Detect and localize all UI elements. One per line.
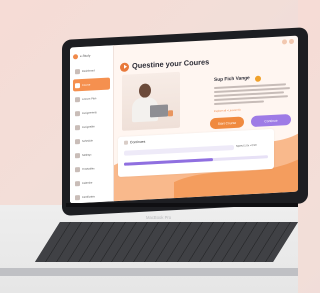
sidebar-item-calendar[interactable]: Calendar bbox=[73, 175, 110, 189]
sidebar-item-label: Settings bbox=[82, 152, 92, 157]
sidebar-item-dashboard[interactable]: Dashboard bbox=[73, 63, 110, 77]
list-icon bbox=[75, 96, 80, 102]
progress-bar[interactable] bbox=[124, 155, 268, 166]
badge-icon bbox=[255, 75, 261, 82]
sidebar-logo[interactable]: e-Study bbox=[73, 49, 110, 61]
hero-illustration bbox=[122, 71, 180, 131]
note-input[interactable] bbox=[124, 144, 234, 156]
award-icon bbox=[75, 194, 80, 200]
panel-label: Continues bbox=[124, 140, 145, 145]
course-info-title: Sup Fich Vange bbox=[214, 76, 250, 84]
play-icon[interactable] bbox=[120, 62, 129, 72]
logo-label: e-Study bbox=[80, 53, 91, 59]
description-line bbox=[214, 100, 264, 105]
sidebar-item-course[interactable]: Course bbox=[73, 77, 110, 92]
sidebar-item-label: Dashboard bbox=[82, 68, 95, 73]
cup-icon bbox=[168, 110, 173, 117]
gear-icon bbox=[75, 152, 80, 158]
notification-icon[interactable] bbox=[282, 39, 287, 45]
sidebar-item-label: Assignable bbox=[82, 124, 95, 129]
laptop-base-edge bbox=[0, 268, 298, 276]
profile-icon[interactable] bbox=[289, 38, 294, 45]
book-icon bbox=[75, 82, 80, 88]
calendar-icon bbox=[75, 180, 80, 186]
sidebar-item-certificates[interactable]: Certificates bbox=[73, 189, 110, 203]
keyboard bbox=[35, 222, 299, 262]
sidebar-item-assignable[interactable]: Assignable bbox=[73, 119, 110, 133]
top-bar bbox=[114, 36, 298, 58]
main-content: Questine your Coures Sup Fich Vange Expl… bbox=[114, 36, 298, 202]
clipboard-icon bbox=[75, 124, 80, 130]
sidebar-item-label: Certificates bbox=[82, 194, 95, 199]
clock-icon bbox=[75, 138, 80, 144]
table-icon bbox=[75, 166, 80, 172]
sidebar-item-label: Calendar bbox=[82, 180, 93, 185]
sidebar-item-label: Course bbox=[82, 83, 91, 87]
file-icon bbox=[75, 110, 80, 116]
logo-icon bbox=[73, 53, 78, 59]
dashboard-icon bbox=[75, 68, 80, 74]
panel-label-text: Continues bbox=[130, 139, 146, 145]
sidebar-item-schedule[interactable]: Schedule bbox=[73, 133, 110, 147]
sidebar-item-label: Assignments bbox=[82, 110, 97, 115]
laptop-screen: e-Study Dashboard Course Lesson Plan Ass… bbox=[70, 35, 298, 204]
sidebar-item-settings[interactable]: Settings bbox=[73, 147, 110, 161]
laptop-lid: e-Study Dashboard Course Lesson Plan Ass… bbox=[62, 27, 308, 217]
sidebar-item-label: Schedule bbox=[82, 138, 93, 143]
player-panel: Continues Speed 1.0x • 0:50 bbox=[118, 128, 274, 178]
progress-fill bbox=[124, 158, 214, 166]
person-head bbox=[139, 83, 151, 98]
sidebar: e-Study Dashboard Course Lesson Plan Ass… bbox=[70, 45, 114, 204]
sidebar-item-assignments[interactable]: Assignments bbox=[73, 105, 110, 119]
list-icon bbox=[124, 140, 128, 145]
sidebar-item-lesson-plan[interactable]: Lesson Plan bbox=[73, 91, 110, 105]
brand-label: MacBook Pro bbox=[146, 215, 172, 220]
start-course-button[interactable]: Start Course bbox=[210, 116, 244, 130]
sidebar-item-timetables[interactable]: Timetables bbox=[73, 161, 110, 175]
window-controls bbox=[282, 38, 294, 45]
continue-button[interactable]: Continue bbox=[251, 113, 291, 128]
page-title: Questine your Coures bbox=[132, 57, 210, 71]
sidebar-item-label: Lesson Plan bbox=[82, 96, 97, 101]
sidebar-item-label: Timetables bbox=[82, 166, 95, 171]
laptop-illustration-icon bbox=[150, 104, 168, 118]
laptop-hinge bbox=[66, 203, 298, 207]
explore-link[interactable]: Explore all • Lesson 03 bbox=[214, 109, 240, 113]
speed-readout[interactable]: Speed 1.0x • 0:50 bbox=[236, 143, 257, 147]
